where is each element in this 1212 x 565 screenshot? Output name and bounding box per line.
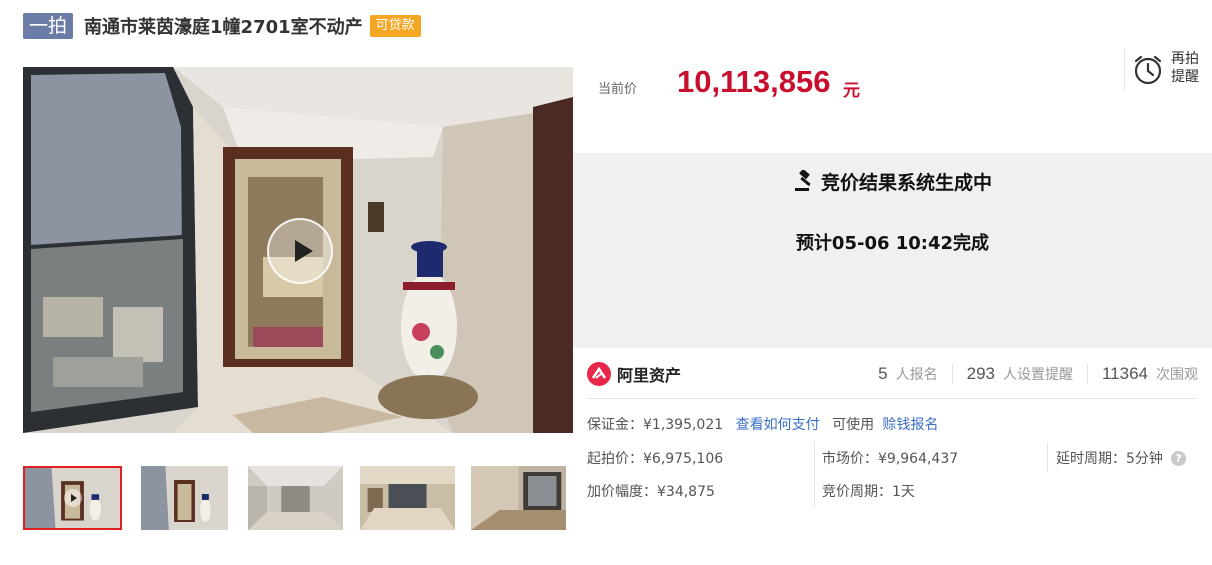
bid-period: 竞价周期：1天 xyxy=(822,484,915,500)
stat-label: 人设置提醒 xyxy=(1002,367,1073,383)
stat-number: 11364 xyxy=(1101,364,1148,383)
credit-register-link[interactable]: 赊钱报名 xyxy=(883,417,939,433)
thumbnail-3[interactable] xyxy=(248,466,343,530)
relist-reminder-button[interactable]: 再拍提醒 xyxy=(1124,48,1212,90)
stat-number: 293 xyxy=(966,364,995,383)
alarm-clock-icon xyxy=(1134,55,1162,85)
help-icon[interactable]: ? xyxy=(1170,451,1186,466)
stat-number: 5 xyxy=(878,364,888,383)
ali-asset-logo-icon xyxy=(587,362,611,386)
bid-status-eta: 预计05-06 10:42完成 xyxy=(795,233,990,254)
stat-label: 人报名 xyxy=(895,367,938,383)
bid-status-text: 竞价结果系统生成中 xyxy=(820,172,992,194)
column-separator xyxy=(814,442,815,508)
current-price-unit: 元 xyxy=(843,81,860,101)
main-property-image[interactable] xyxy=(23,67,573,433)
page-title: 南通市莱茵濠庭1幢2701室不动产 xyxy=(84,17,363,38)
auction-stats: 5 人报名 293 人设置提醒 11364 次围观 xyxy=(864,362,1198,386)
bid-status-panel: 竞价结果系统生成中 预计05-06 10:42完成 xyxy=(573,153,1212,348)
column-separator xyxy=(1047,442,1048,472)
deposit-row: 保证金：¥1,395,021 查看如何支付 可使用 赊钱报名 xyxy=(587,414,939,434)
thumbnail-1[interactable] xyxy=(23,466,122,530)
bid-status-title: 竞价结果系统生成中 xyxy=(573,168,1212,195)
market-price: 市场价：¥9,964,437 xyxy=(822,451,959,467)
stat-registered: 5 人报名 xyxy=(864,364,951,384)
start-price: 起拍价：¥6,975,106 xyxy=(587,451,724,467)
relist-reminder-label: 再拍提醒 xyxy=(1171,51,1199,85)
auction-round-tag: 一拍 xyxy=(23,13,74,39)
thumbnail-5[interactable] xyxy=(471,466,566,530)
thumbnail-2[interactable] xyxy=(141,466,228,530)
video-play-button[interactable] xyxy=(267,218,333,284)
section-divider xyxy=(587,398,1198,399)
bid-increment: 加价幅度：¥34,875 xyxy=(587,484,715,500)
stat-views: 11364 次围观 xyxy=(1086,364,1198,384)
platform-name: 阿里资产 xyxy=(617,366,682,385)
delay-period-row: 延时周期：5分钟? xyxy=(1056,448,1186,468)
thumbnail-4[interactable] xyxy=(360,466,455,530)
current-price-value: 10,113,856 xyxy=(677,64,831,99)
title-row: 一拍 南通市莱茵濠庭1幢2701室不动产 可贷款 xyxy=(23,12,421,40)
deposit-amount: 保证金：¥1,395,021 xyxy=(587,417,724,433)
usable-text: 可使用 xyxy=(832,417,875,433)
stat-label: 次围观 xyxy=(1156,367,1198,383)
thumbnail-play-icon xyxy=(63,489,82,507)
stat-reminders: 293 人设置提醒 xyxy=(951,364,1087,384)
loan-badge: 可贷款 xyxy=(369,15,421,37)
delay-period: 延时周期：5分钟 xyxy=(1056,451,1163,467)
current-price-label: 当前价 xyxy=(598,82,638,97)
gavel-icon xyxy=(794,170,811,191)
platform-logo: 阿里资产 xyxy=(587,361,681,387)
how-to-pay-link[interactable]: 查看如何支付 xyxy=(736,417,820,433)
